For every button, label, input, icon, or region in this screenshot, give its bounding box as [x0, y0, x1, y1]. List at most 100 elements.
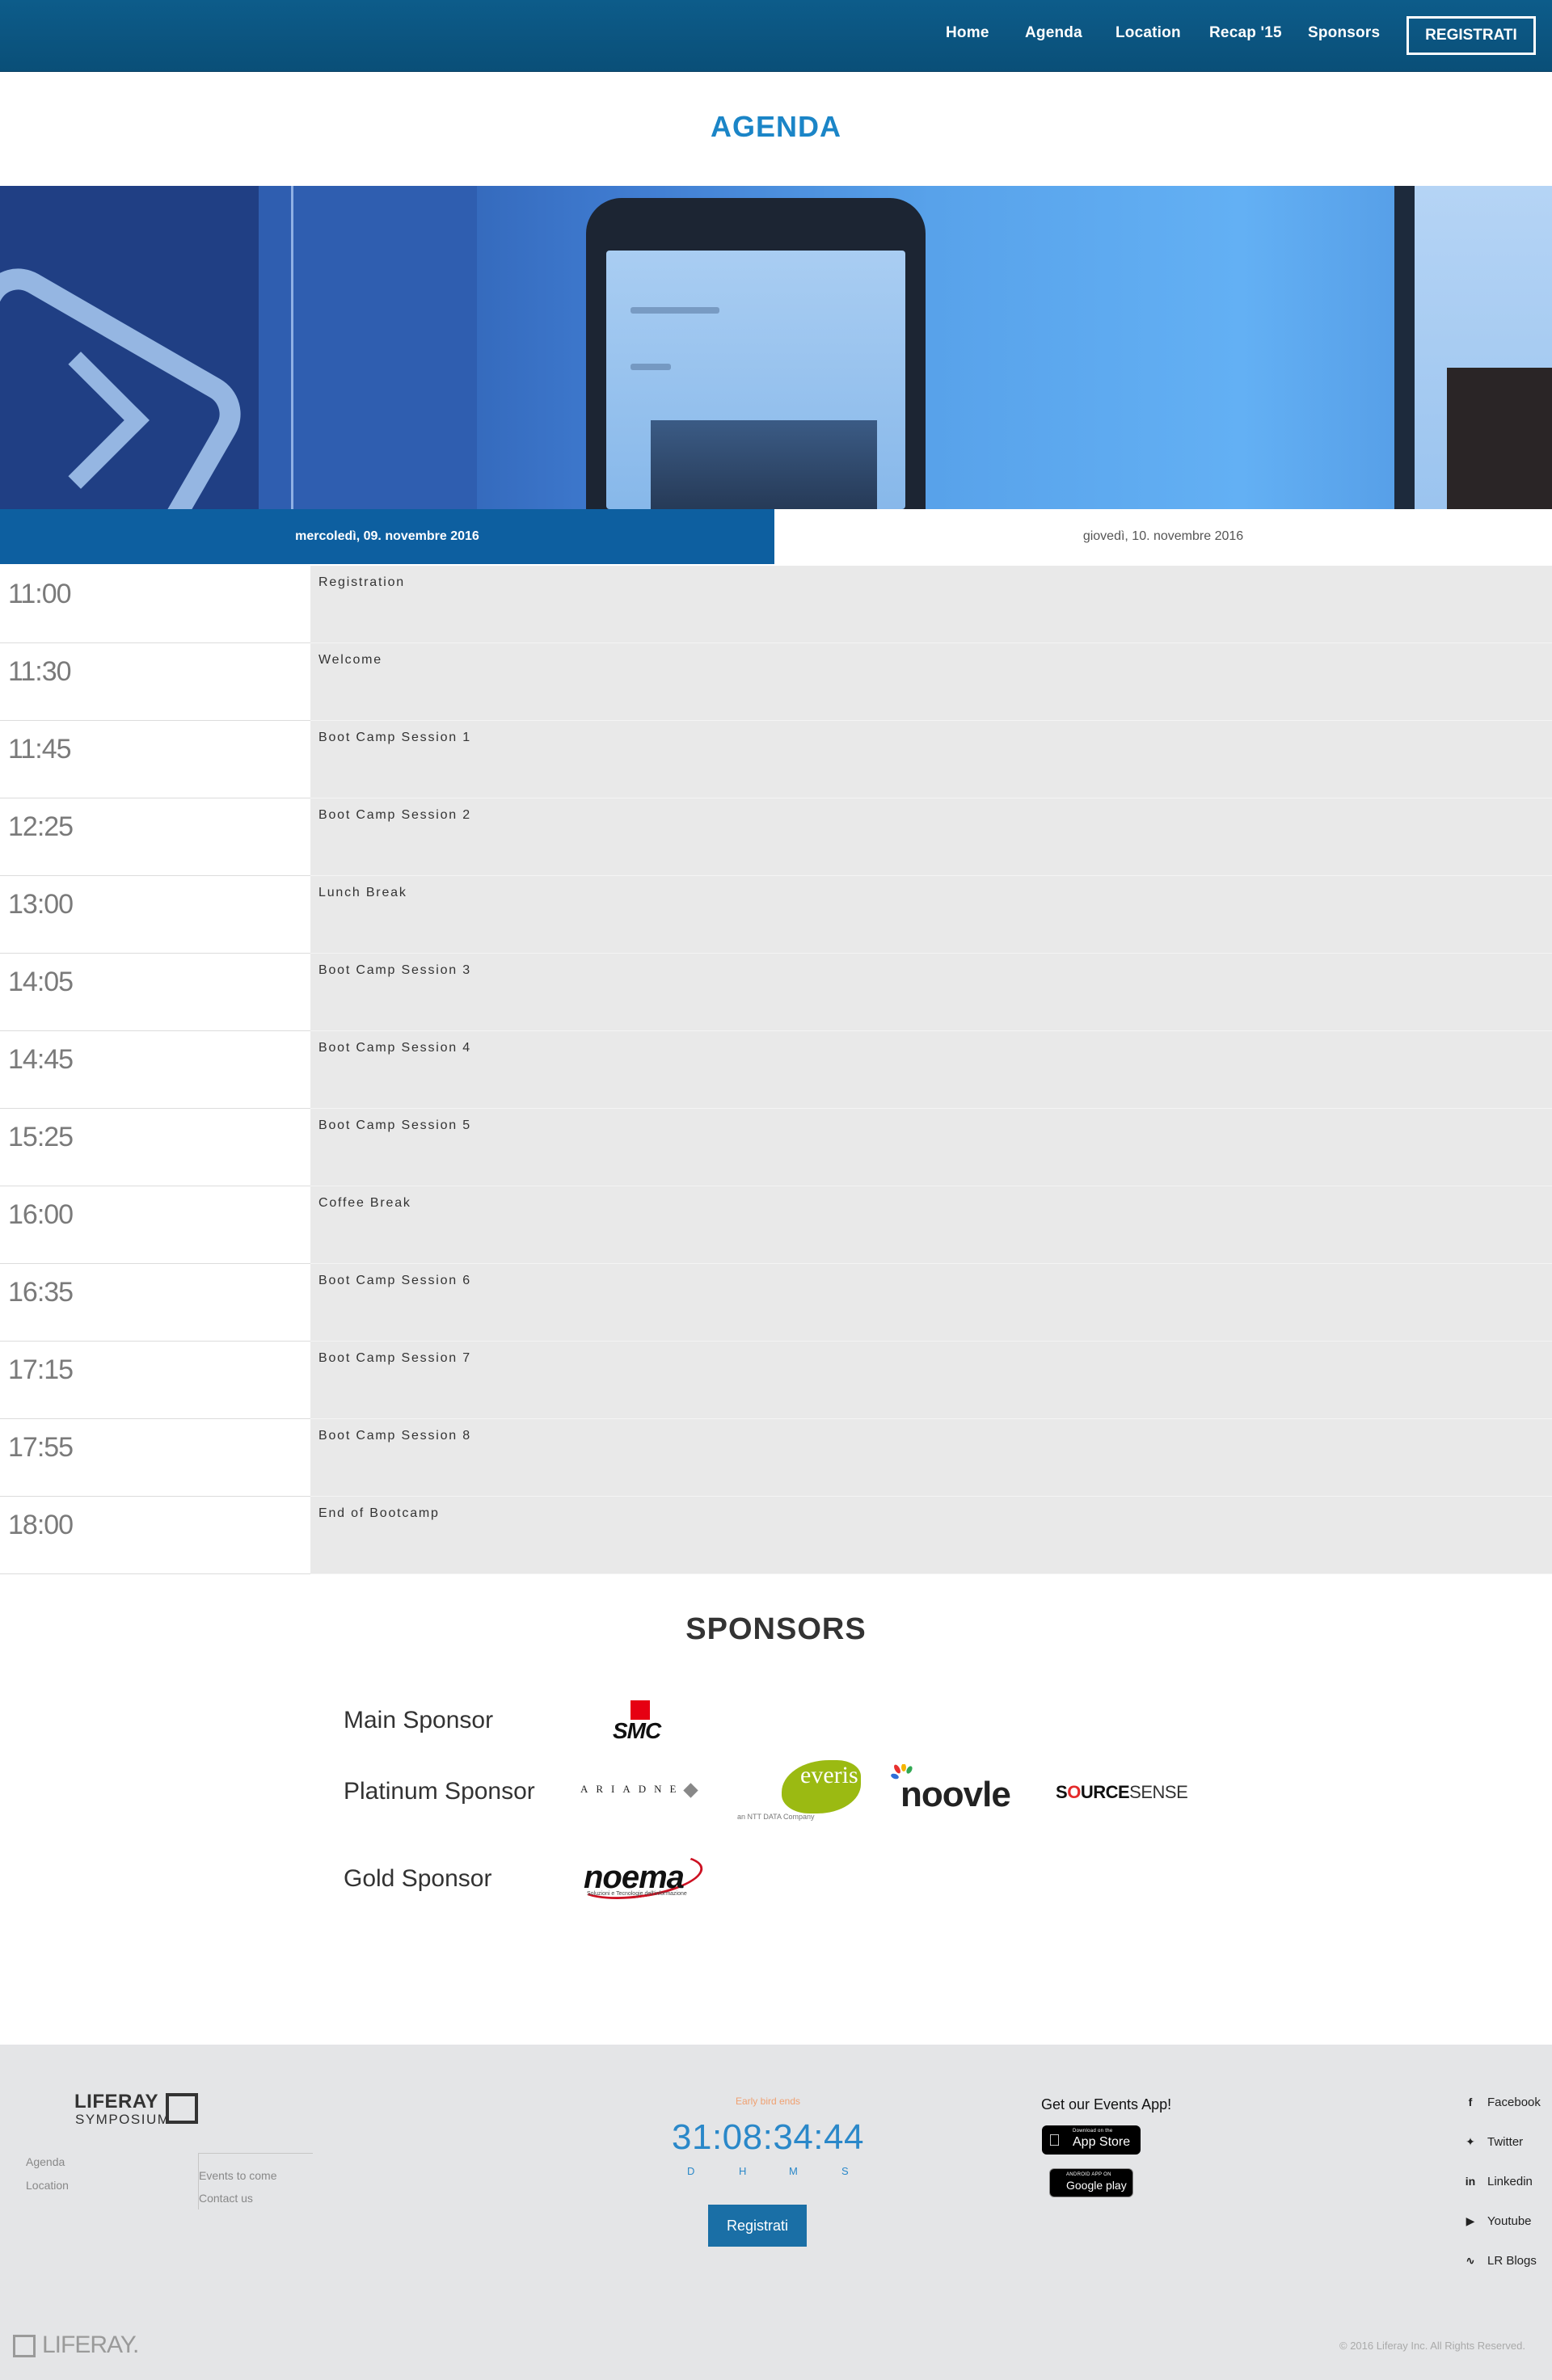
- screen-line: [630, 364, 671, 370]
- sourcesense-sense: SENSE: [1129, 1782, 1188, 1802]
- social-facebook[interactable]: f Facebook: [1463, 2096, 1541, 2109]
- agenda-schedule: 11:00 Registration 11:30 Welcome 11:45 B…: [0, 566, 1552, 1574]
- nav-location[interactable]: Location: [1116, 24, 1181, 42]
- footer-register-button[interactable]: Registrati: [708, 2205, 807, 2247]
- copyright-text: © 2016 Liferay Inc. All Rights Reserved.: [1339, 2340, 1525, 2352]
- social-twitter[interactable]: ✦ Twitter: [1463, 2135, 1523, 2149]
- app-store-small-text: Download on the: [1073, 2129, 1113, 2134]
- session-cell[interactable]: Boot Camp Session 3: [310, 954, 1552, 1031]
- countdown-unit-hours: H: [739, 2165, 747, 2177]
- countdown-timer: 31:08:34:44: [672, 2117, 864, 2157]
- sourcesense-urce: URCE: [1080, 1782, 1130, 1802]
- tablet-dark-area: [1447, 368, 1552, 509]
- google-play-text: Google play: [1066, 2179, 1127, 2192]
- session-cell[interactable]: Boot Camp Session 2: [310, 798, 1552, 876]
- page-title: AGENDA: [710, 110, 841, 143]
- hero-divider: [291, 186, 293, 509]
- session-title: Boot Camp Session 1: [318, 731, 471, 744]
- everis-tagline: an NTT DATA Company: [737, 1813, 815, 1821]
- session-cell[interactable]: Boot Camp Session 4: [310, 1031, 1552, 1109]
- social-linkedin[interactable]: in Linkedin: [1463, 2175, 1533, 2188]
- footer-link-location[interactable]: Location: [26, 2179, 69, 2192]
- schedule-row: 16:00 Coffee Break: [0, 1186, 1552, 1264]
- session-title: Welcome: [318, 653, 382, 667]
- footer-logo-sub: SYMPOSIUM: [75, 2112, 171, 2127]
- footer-link-agenda[interactable]: Agenda: [26, 2155, 65, 2168]
- footer-link-events[interactable]: Events to come: [199, 2169, 277, 2182]
- schedule-row: 11:00 Registration: [0, 566, 1552, 643]
- nav-recap[interactable]: Recap '15: [1209, 24, 1282, 42]
- session-title: Lunch Break: [318, 886, 407, 899]
- social-lr-blogs[interactable]: ∿ LR Blogs: [1463, 2254, 1537, 2268]
- session-title: Coffee Break: [318, 1196, 411, 1210]
- session-title: Boot Camp Session 3: [318, 963, 471, 977]
- ariadne-logo[interactable]: ARIADNE: [580, 1783, 685, 1796]
- nav-home[interactable]: Home: [946, 24, 989, 42]
- social-label: Facebook: [1487, 2096, 1541, 2109]
- everis-logo[interactable]: everis: [800, 1762, 858, 1789]
- nav-sponsors[interactable]: Sponsors: [1308, 24, 1380, 42]
- schedule-row: 12:25 Boot Camp Session 2: [0, 798, 1552, 876]
- session-cell[interactable]: Boot Camp Session 1: [310, 721, 1552, 798]
- session-cell[interactable]: Boot Camp Session 6: [310, 1264, 1552, 1342]
- top-navigation: Home Agenda Location Recap '15 Sponsors …: [0, 0, 1552, 72]
- session-cell[interactable]: Boot Camp Session 5: [310, 1109, 1552, 1186]
- sourcesense-s: S: [1056, 1782, 1068, 1802]
- tab-day-2[interactable]: giovedì, 10. novembre 2016: [774, 509, 1552, 564]
- session-title: Boot Camp Session 4: [318, 1041, 471, 1055]
- session-time: 16:00: [0, 1186, 310, 1264]
- session-time: 17:55: [0, 1419, 310, 1497]
- countdown-unit-seconds: S: [841, 2165, 849, 2177]
- gold-sponsor-label: Gold Sponsor: [344, 1865, 492, 1892]
- app-store-badge[interactable]:  Download on the App Store: [1042, 2125, 1141, 2155]
- session-title: End of Bootcamp: [318, 1506, 440, 1520]
- session-time: 13:00: [0, 876, 310, 954]
- schedule-row: 11:30 Welcome: [0, 643, 1552, 721]
- session-cell[interactable]: Boot Camp Session 8: [310, 1419, 1552, 1497]
- session-title: Boot Camp Session 2: [318, 808, 471, 822]
- events-app-title: Get our Events App!: [1041, 2096, 1172, 2113]
- session-cell[interactable]: Coffee Break: [310, 1186, 1552, 1264]
- session-cell[interactable]: Welcome: [310, 643, 1552, 721]
- noovle-logo[interactable]: noovle: [900, 1775, 1011, 1815]
- session-time: 14:05: [0, 954, 310, 1031]
- schedule-row: 13:00 Lunch Break: [0, 876, 1552, 954]
- screen-line: [630, 307, 719, 314]
- footer-link-contact[interactable]: Contact us: [199, 2192, 253, 2205]
- session-time: 15:25: [0, 1109, 310, 1186]
- day-tabs: mercoledì, 09. novembre 2016 giovedì, 10…: [0, 509, 1552, 564]
- social-youtube[interactable]: ▶ Youtube: [1463, 2214, 1532, 2228]
- tab-day-1[interactable]: mercoledì, 09. novembre 2016: [0, 509, 774, 564]
- smc-logo-mark: [630, 1700, 650, 1720]
- session-time: 11:30: [0, 643, 310, 721]
- session-title: Boot Camp Session 7: [318, 1351, 471, 1365]
- session-title: Boot Camp Session 6: [318, 1274, 471, 1287]
- smc-logo[interactable]: SMC: [613, 1718, 661, 1744]
- google-play-small-text: ANDROID APP ON: [1066, 2172, 1111, 2177]
- schedule-row: 17:55 Boot Camp Session 8: [0, 1419, 1552, 1497]
- noema-tagline: Soluzioni e Tecnologie dell'informazione: [587, 1891, 687, 1897]
- session-time: 18:00: [0, 1497, 310, 1574]
- social-label: Youtube: [1487, 2214, 1532, 2228]
- phone-screen-graphic: [606, 251, 905, 509]
- tablet-frame: [1394, 186, 1415, 509]
- session-cell[interactable]: Lunch Break: [310, 876, 1552, 954]
- rss-icon: ∿: [1466, 2254, 1475, 2267]
- footer-logo-text[interactable]: LIFERAY: [74, 2091, 158, 2113]
- register-button[interactable]: REGISTRATI: [1406, 16, 1536, 55]
- session-cell[interactable]: Boot Camp Session 7: [310, 1342, 1552, 1419]
- schedule-row: 15:25 Boot Camp Session 5: [0, 1109, 1552, 1186]
- google-play-badge[interactable]: ANDROID APP ON Google play: [1049, 2168, 1133, 2197]
- schedule-row: 16:35 Boot Camp Session 6: [0, 1264, 1552, 1342]
- nav-agenda[interactable]: Agenda: [1025, 24, 1082, 42]
- session-cell[interactable]: Registration: [310, 566, 1552, 643]
- twitter-icon: ✦: [1466, 2135, 1475, 2148]
- sourcesense-logo[interactable]: SOURCESENSE: [1056, 1782, 1188, 1803]
- screen-thumbnail: [651, 420, 877, 509]
- liferay-bottom-logo[interactable]: LIFERAY.: [42, 2332, 139, 2359]
- session-cell[interactable]: End of Bootcamp: [310, 1497, 1552, 1574]
- youtube-icon: ▶: [1466, 2214, 1475, 2227]
- schedule-row: 17:15 Boot Camp Session 7: [0, 1342, 1552, 1419]
- social-label: Twitter: [1487, 2135, 1524, 2149]
- early-bird-label: Early bird ends: [735, 2096, 801, 2107]
